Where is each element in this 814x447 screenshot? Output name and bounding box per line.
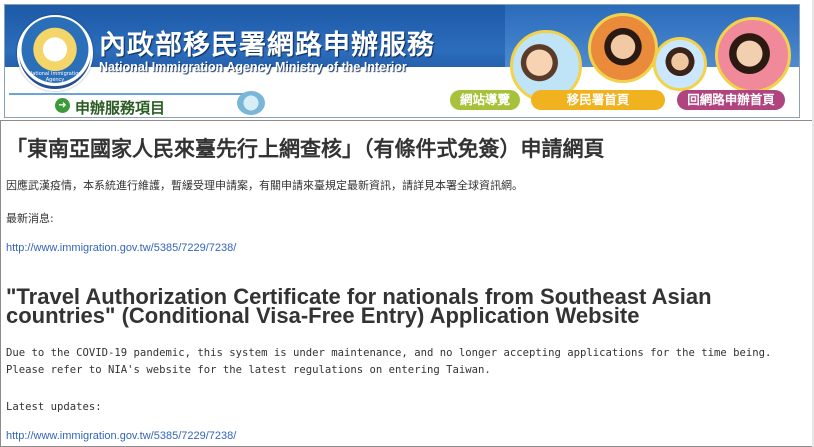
service-menu-label[interactable]: 申辦服務項目 — [75, 97, 165, 117]
header-banner: National Immigration Agency 內政部移民署網路申辦服務… — [4, 4, 800, 118]
agency-seal-logo[interactable]: National Immigration Agency — [17, 15, 93, 91]
banner-photo-man — [653, 37, 707, 91]
nia-home-button[interactable]: 移民署首頁 — [531, 90, 665, 110]
news-link-en[interactable]: http://www.immigration.gov.tw/5385/7229/… — [6, 430, 236, 442]
main-content-frame: 「東南亞國家人民來臺先行上網查核」（有條件式免簽）申請網頁 因應武漢疫情，本系統… — [0, 120, 814, 447]
banner-photo-girl — [588, 13, 658, 83]
service-menu-bar[interactable]: ➜ 申辦服務項目 — [9, 93, 259, 117]
site-title-en: National Immigration Agency Ministry of … — [99, 60, 407, 74]
banner-photo-mother-child — [715, 17, 791, 93]
site-title-zh: 內政部移民署網路申辦服務 — [99, 30, 435, 61]
site-map-button[interactable]: 網站導覽 — [450, 90, 520, 110]
latest-updates-label-en: Latest updates: — [6, 401, 102, 413]
circle-arrow-icon: ➜ — [55, 98, 70, 113]
maintenance-notice-zh: 因應武漢疫情，本系統進行維護，暫緩受理申請案，有關申請來臺規定最新資訊，請詳見本… — [6, 179, 523, 192]
news-link-zh[interactable]: http://www.immigration.gov.tw/5385/7229/… — [6, 242, 236, 254]
online-service-home-button[interactable]: 回網路申辦首頁 — [677, 90, 785, 110]
seal-caption: National Immigration Agency — [28, 71, 82, 83]
latest-news-label-zh: 最新消息: — [6, 212, 54, 225]
dove-icon — [237, 91, 265, 115]
page-heading-en: "Travel Authorization Certificate for na… — [6, 284, 712, 328]
page-heading-zh: 「東南亞國家人民來臺先行上網查核」（有條件式免簽）申請網頁 — [6, 137, 605, 161]
maintenance-notice-en: Due to the COVID-19 pandemic, this syste… — [6, 347, 772, 376]
